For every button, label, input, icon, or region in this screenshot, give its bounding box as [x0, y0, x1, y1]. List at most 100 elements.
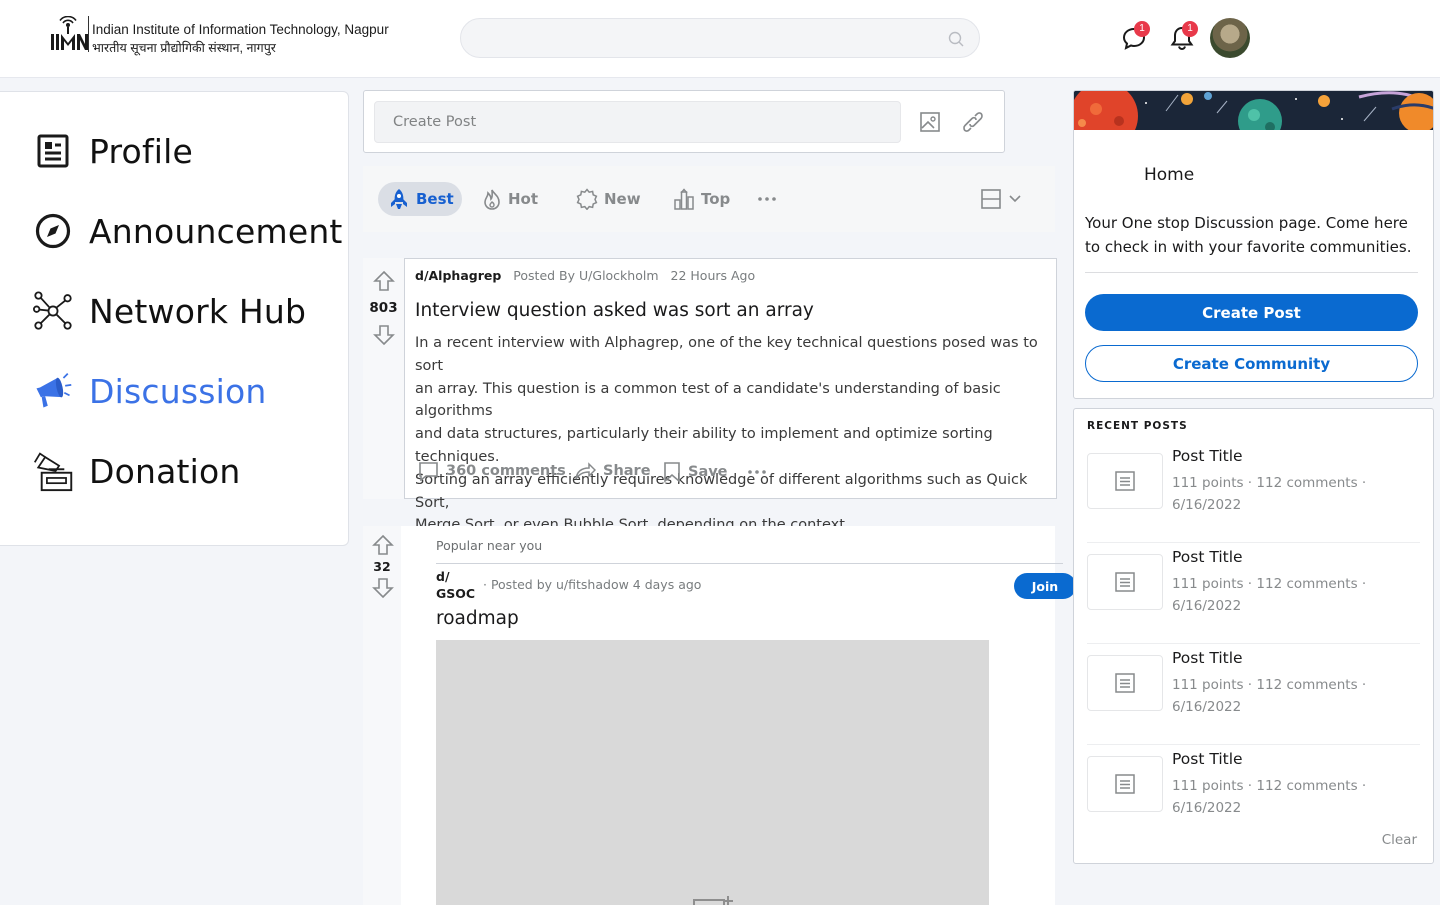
sort-more-button[interactable]: [756, 182, 784, 216]
sidebar-item-label: Donation: [89, 451, 241, 491]
user-avatar[interactable]: [1210, 18, 1250, 58]
document-icon: [1115, 471, 1135, 491]
vote-count: 32: [373, 559, 391, 574]
flame-icon: [484, 189, 500, 210]
save-label: Save: [688, 464, 728, 480]
create-post-button[interactable]: Create Post: [1085, 294, 1418, 331]
logo-divider: [88, 16, 89, 52]
megaphone-icon: [33, 371, 73, 411]
institute-name: Indian Institute of Information Technolo…: [92, 22, 389, 37]
recent-post-title[interactable]: Post Title: [1172, 649, 1243, 667]
sidebar-item-label: Discussion: [89, 371, 267, 411]
image-upload-icon[interactable]: [919, 111, 941, 133]
sidebar-item-profile[interactable]: Profile: [33, 129, 193, 173]
sidebar-item-announcement[interactable]: Announcement: [33, 209, 343, 253]
image-add-icon: [693, 896, 733, 905]
sidebar-item-label: Network Hub: [89, 291, 307, 331]
sidebar-item-network-hub[interactable]: Network Hub: [33, 289, 306, 333]
author-link[interactable]: U/Glockholm: [579, 268, 659, 283]
recent-post-title[interactable]: Post Title: [1172, 548, 1243, 566]
layout-toggle-button[interactable]: [980, 182, 1028, 216]
downvote-arrow-icon[interactable]: [372, 577, 394, 599]
divider: [1085, 272, 1418, 273]
post-thumbnail: [1087, 756, 1163, 812]
share-button[interactable]: Share: [574, 461, 651, 481]
recent-post-meta: 111 points · 112 comments · 6/16/2022: [1172, 475, 1367, 513]
posted-by-label: Posted By U/Glockholm: [513, 268, 659, 283]
notifications-badge: 1: [1182, 21, 1198, 37]
sidebar-item-donation[interactable]: Donation: [33, 449, 241, 493]
recent-post-item[interactable]: Post Title 111 points · 112 comments · 6/…: [1087, 442, 1420, 543]
chevron-down-icon: [1009, 195, 1021, 203]
sidebar-item-discussion[interactable]: Discussion: [33, 369, 267, 413]
donation-icon: [33, 451, 73, 492]
sort-top-button[interactable]: Top: [673, 182, 730, 216]
post-time: 22 Hours Ago: [670, 268, 756, 283]
create-community-button[interactable]: Create Community: [1085, 345, 1418, 382]
recent-post-item[interactable]: Post Title 111 points · 112 comments · 6/…: [1087, 745, 1420, 846]
upvote-arrow-icon[interactable]: [373, 270, 395, 292]
sort-new-button[interactable]: New: [576, 182, 641, 216]
post-card: 803 d/Alphagrep Posted By U/Glockholm 22…: [363, 258, 1057, 533]
create-post-bar: [363, 90, 1005, 153]
post-meta: · Posted by u/fitshadow 4 days ago: [483, 577, 702, 592]
card-layout-icon: [981, 189, 1001, 209]
comments-button[interactable]: 360 comments: [418, 461, 566, 481]
recent-post-title[interactable]: Post Title: [1172, 750, 1243, 768]
sort-bar: Best Hot New Top: [363, 166, 1055, 232]
messages-button[interactable]: 1: [1120, 21, 1150, 56]
image-placeholder: [436, 640, 989, 905]
home-title: Home: [1144, 165, 1195, 185]
institute-name-hindi: भारतीय सूचना प्रौद्योगिकी संस्थान, नागपु…: [92, 41, 276, 55]
upvote-arrow-icon[interactable]: [372, 534, 394, 556]
comment-icon: [419, 462, 438, 481]
document-icon: [1115, 673, 1135, 693]
post-thumbnail: [1087, 655, 1163, 711]
recent-posts-card: RECENT POSTS Post Title 111 points · 112…: [1073, 408, 1434, 864]
recent-post-item[interactable]: Post Title 111 points · 112 comments · 6/…: [1087, 543, 1420, 644]
search-bar[interactable]: [460, 18, 980, 58]
more-dots-icon: [748, 470, 766, 474]
vote-column: 32: [363, 526, 401, 905]
sidebar-nav: Profile Announcement Network Hub Discuss…: [0, 91, 349, 546]
profile-icon: [33, 131, 73, 171]
link-icon[interactable]: [962, 110, 984, 134]
community-link[interactable]: d/Alphagrep: [415, 268, 501, 283]
rocket-icon: [391, 189, 407, 209]
sort-best-button[interactable]: Best: [378, 182, 462, 216]
divider: [436, 563, 1063, 564]
top-chart-icon: [674, 188, 694, 210]
post-title[interactable]: Interview question asked was sort an arr…: [415, 300, 814, 321]
post-body[interactable]: d/Alphagrep Posted By U/Glockholm 22 Hou…: [404, 258, 1057, 533]
search-input[interactable]: [479, 27, 939, 49]
popular-near-you-label: Popular near you: [436, 538, 543, 553]
notifications-button[interactable]: 1: [1168, 21, 1198, 56]
post-more-button[interactable]: [747, 469, 774, 475]
sort-best-label: Best: [416, 190, 454, 208]
save-button[interactable]: Save: [663, 461, 728, 483]
community-link[interactable]: d/ GSOC: [436, 568, 475, 602]
comments-label: 360 comments: [446, 463, 566, 479]
search-icon[interactable]: [947, 30, 965, 48]
create-post-input[interactable]: [374, 101, 901, 143]
share-label: Share: [603, 463, 651, 479]
recent-post-title[interactable]: Post Title: [1172, 447, 1243, 465]
clear-recent-link[interactable]: Clear: [1382, 832, 1417, 848]
post-thumbnail: [1087, 554, 1163, 610]
recent-post-meta: 111 points · 112 comments · 6/16/2022: [1172, 778, 1367, 816]
downvote-arrow-icon[interactable]: [373, 324, 395, 346]
iiitn-logo-icon: [51, 16, 88, 50]
compass-icon: [33, 211, 73, 251]
recent-post-meta: 111 points · 112 comments · 6/16/2022: [1172, 576, 1367, 614]
top-header: Indian Institute of Information Technolo…: [0, 0, 1440, 78]
post-title[interactable]: roadmap: [436, 608, 519, 629]
recent-post-item[interactable]: Post Title 111 points · 112 comments · 6/…: [1087, 644, 1420, 745]
sort-hot-button[interactable]: Hot: [482, 182, 538, 216]
network-icon: [33, 291, 73, 331]
post-card: 32 Popular near you d/ GSOC · Posted by …: [363, 526, 1076, 905]
sidebar-item-label: Announcement: [89, 211, 343, 251]
join-button[interactable]: Join: [1014, 573, 1076, 599]
more-dots-icon: [758, 197, 776, 201]
post-body[interactable]: Popular near you d/ GSOC · Posted by u/f…: [401, 526, 1076, 905]
vote-column: 803: [363, 258, 404, 499]
